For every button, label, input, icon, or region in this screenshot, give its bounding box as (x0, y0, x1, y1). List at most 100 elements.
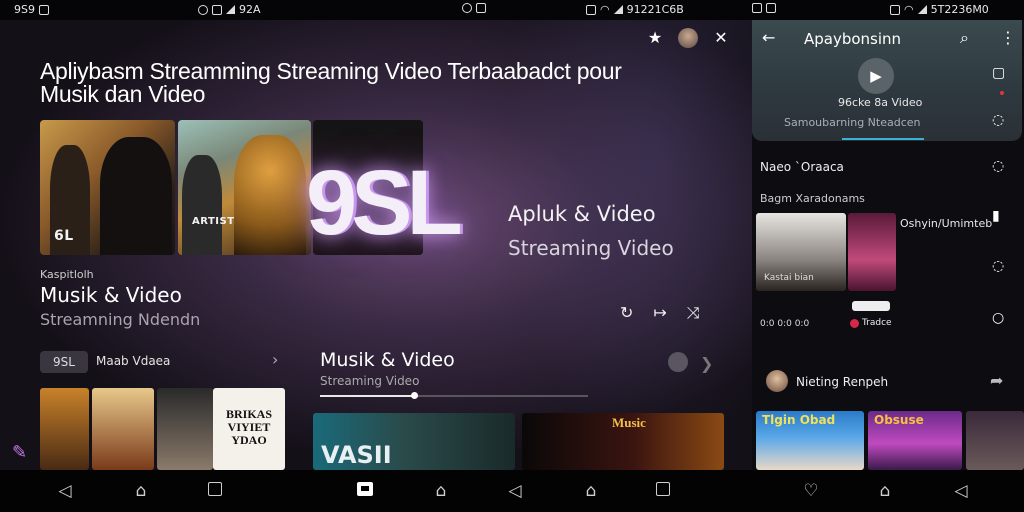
edit-icon[interactable]: ✎ (12, 442, 27, 463)
status-segment-3 (462, 3, 486, 13)
wifi-icon: ◠ (600, 3, 610, 16)
loop-icon[interactable]: ↻ (620, 303, 633, 323)
playback-progress[interactable] (320, 392, 588, 399)
record-icon (850, 319, 859, 328)
hero-title-line-1: Apliybasm Streamming Streaming Video Ter… (40, 58, 622, 84)
search-icon[interactable]: ○ (992, 310, 1004, 326)
home-icon[interactable]: ⌂ (580, 481, 602, 501)
forward-icon[interactable]: ↦ (653, 303, 666, 323)
side-label: Oshyin/Umimteb (900, 217, 993, 230)
main-content: ★ ✕ Apliybasm Streamming Streaming Video… (0, 20, 752, 470)
video-thumbnail[interactable]: BRIKAS VIYIET YDAO (213, 388, 285, 470)
poster-label: 6L (54, 228, 74, 244)
subsection-title: Bagm Xaradonams (760, 192, 865, 205)
recents-icon[interactable] (204, 481, 226, 501)
settings-icon (462, 3, 472, 13)
right-panel: ← Apaybonsinn ⌕ ⋮ ▶ 96cke 8a Video Samou… (752, 20, 1024, 470)
lock-icon (890, 4, 900, 15)
tile-meta: 0:0 0:0 0:0 (760, 319, 810, 329)
heart-icon[interactable]: ♡ (800, 481, 822, 501)
status-segment-6: ◠ 5T2236M0 (890, 3, 989, 16)
lock-icon (752, 3, 762, 13)
section-title: Musik & Video (320, 349, 455, 371)
video-thumbnail[interactable] (40, 388, 89, 470)
share-icon[interactable]: ➦ (990, 371, 1003, 390)
featured-title: Musik & Video (40, 283, 182, 307)
home-icon[interactable]: ⌂ (130, 481, 152, 501)
avatar[interactable] (678, 28, 698, 48)
home-icon[interactable]: ⌂ (430, 481, 452, 501)
close-icon[interactable]: ✕ (712, 29, 730, 47)
section-subtitle: Streaming Video (320, 374, 420, 388)
live-dot (1000, 91, 1004, 95)
featured-subtitle: Streamning Ndendn (40, 310, 201, 329)
video-tile[interactable] (848, 213, 896, 291)
back-icon[interactable]: ◁ (504, 481, 526, 501)
video-tile[interactable]: Tlgin Obad (756, 411, 864, 470)
top-actions: ★ ✕ (646, 28, 730, 48)
home-icon[interactable]: ⌂ (874, 481, 896, 501)
navigation-bar: ◁ ⌂ ⌂ ◁ ⌂ ♡ ⌂ ◁ (0, 470, 1024, 512)
video-thumbnail[interactable]: Music (522, 413, 724, 470)
wifi-icon: ◠ (904, 3, 914, 16)
video-tile[interactable]: Kastai bian (756, 213, 846, 291)
chat-icon[interactable]: ◌ (992, 158, 1004, 174)
featured-actions: ↻ ↦ ⤨ (620, 303, 700, 323)
video-thumbnail[interactable]: VASII (313, 413, 515, 470)
video-tile[interactable]: Obsuse (868, 411, 962, 470)
video-tile[interactable] (966, 411, 1024, 470)
message-icon[interactable]: ◌ (992, 112, 1004, 128)
progress-fill (320, 395, 414, 397)
chat-icon[interactable]: ◌ (992, 258, 1004, 274)
progress-knob[interactable] (410, 392, 418, 399)
back-icon[interactable]: ◁ (950, 481, 972, 501)
chevron-right-icon[interactable]: › (272, 350, 278, 369)
row-label[interactable]: Maab Vdaea (96, 354, 170, 368)
status-bar: 9S9 92A ◠ 91221C6B ◠ 5T2236M0 (0, 0, 1024, 20)
filter-chip[interactable]: 9SL (40, 351, 88, 373)
thumbnail-title: BRIKAS VIYIET YDAO (225, 407, 272, 447)
poster-card[interactable]: 6L (40, 120, 175, 255)
status-segment-4: ◠ 91221C6B (586, 3, 684, 16)
video-thumbnail[interactable] (92, 388, 154, 470)
signal-icon (917, 5, 927, 14)
video-thumbnail[interactable] (157, 388, 213, 470)
image-icon (38, 4, 49, 15)
back-icon[interactable]: ◁ (54, 481, 76, 501)
tile-title: Tlgin Obad (762, 413, 836, 427)
now-playing-card[interactable]: ← Apaybonsinn ⌕ ⋮ ▶ 96cke 8a Video Samou… (752, 20, 1022, 141)
avatar[interactable] (766, 370, 788, 392)
follow-label[interactable]: Nieting Renpeh (796, 375, 888, 389)
shuffle-icon[interactable]: ⤨ (687, 303, 700, 323)
previous-button[interactable] (668, 352, 688, 372)
featured-kicker: Kaspitlolh (40, 268, 94, 281)
more-icon[interactable]: ⋮ (1000, 28, 1016, 47)
pill-chip[interactable] (852, 301, 890, 311)
status-time: 9S9 (14, 3, 35, 16)
play-button[interactable]: ▶ (858, 58, 894, 94)
bookmark-icon[interactable]: ▮ (992, 208, 1000, 224)
status-time: 5T2236M0 (930, 3, 989, 16)
poster-figure (100, 137, 172, 255)
hero-side-subtitle: Streaming Video (508, 236, 674, 260)
status-time: 91221C6B (626, 3, 684, 16)
brand-logo: 9SL (306, 152, 463, 254)
now-playing-note: Samoubarning Nteadcen (784, 116, 921, 129)
next-button[interactable]: ❯ (700, 354, 713, 373)
star-icon[interactable]: ★ (646, 29, 664, 47)
poster-label: ARTIST (192, 216, 235, 227)
back-arrow-icon[interactable]: ← (762, 28, 775, 47)
status-segment-2: 92A (198, 3, 261, 16)
tile-title: Obsuse (874, 413, 924, 427)
chat-icon[interactable]: ▢ (992, 65, 1005, 81)
recents-icon[interactable] (652, 481, 674, 501)
signal-icon (613, 5, 623, 14)
status-time: 92A (239, 3, 261, 16)
image-icon (476, 3, 486, 13)
lock-icon (586, 4, 596, 15)
chip-label[interactable]: Tradce (862, 318, 892, 328)
poster-card[interactable]: ARTIST (178, 120, 311, 255)
media-icon[interactable] (354, 481, 376, 501)
progress-bar (842, 138, 924, 140)
search-icon[interactable]: ⌕ (960, 28, 969, 48)
